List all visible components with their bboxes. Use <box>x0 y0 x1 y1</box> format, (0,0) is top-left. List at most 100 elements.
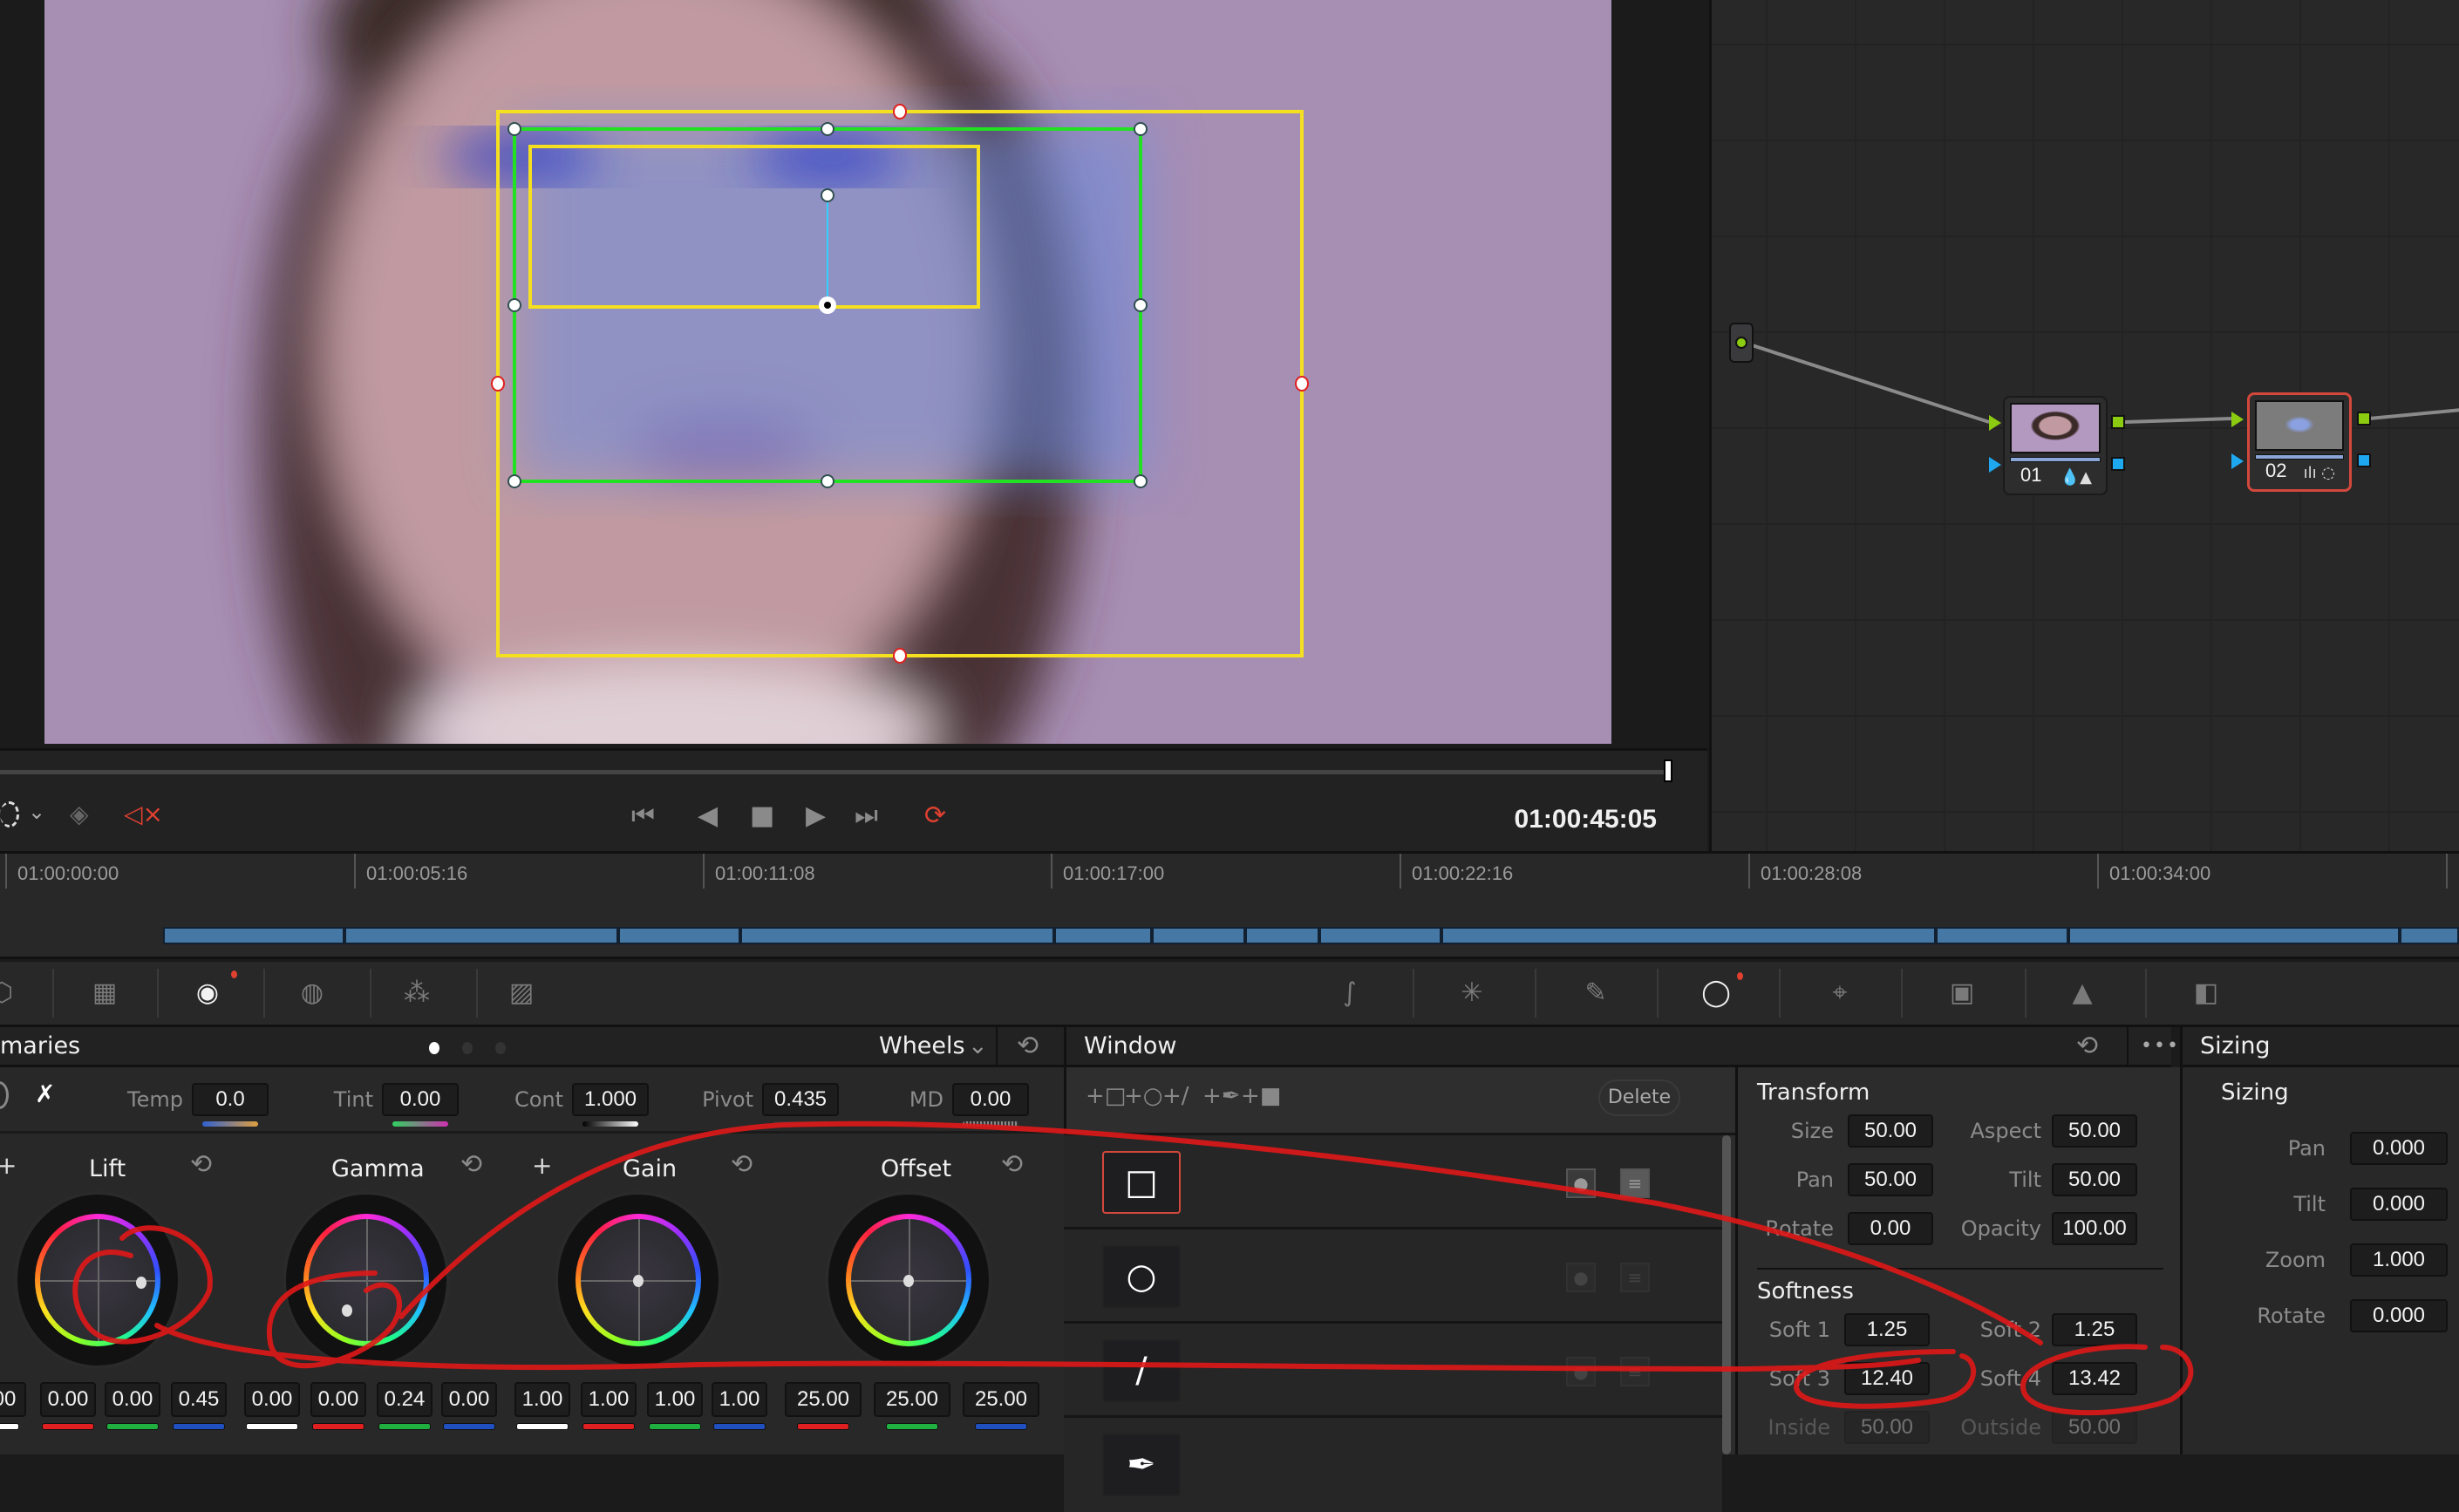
lift-reset-icon[interactable]: ⟲ <box>190 1149 212 1180</box>
lift-y-value[interactable]: 00 <box>0 1382 26 1417</box>
offset-puck[interactable] <box>903 1275 914 1287</box>
reset-icon[interactable]: ⟲ <box>2076 1027 2098 1066</box>
magic-mask-icon[interactable]: ▣ <box>1941 974 1983 1012</box>
first-frame-button[interactable]: ⏮ <box>631 803 655 829</box>
invert-icon[interactable]: ● <box>1566 1263 1596 1292</box>
prev-frame-button[interactable]: ◀ <box>698 803 718 829</box>
sizing-zoom-field[interactable]: 1.000 <box>2350 1243 2448 1277</box>
rectangle-window-icon[interactable]: □ <box>1102 1151 1181 1214</box>
mute-icon[interactable]: ◁× <box>124 800 163 828</box>
window-row-curve[interactable]: ✒ <box>1064 1418 1722 1512</box>
temp-field[interactable]: 0.0 <box>192 1083 269 1116</box>
reset-icon[interactable]: ⟲ <box>1017 1027 1039 1066</box>
sizing-tilt-field[interactable]: 0.000 <box>2350 1188 2448 1221</box>
offset-reset-icon[interactable]: ⟲ <box>1001 1149 1023 1180</box>
gamma-wheel[interactable] <box>286 1195 446 1366</box>
node-graph[interactable]: 01 💧▲ 02 ılı ◌ <box>1709 0 2459 851</box>
scrubber-playhead[interactable] <box>1664 759 1672 782</box>
timeline-clip[interactable] <box>163 927 344 944</box>
page-dot[interactable] <box>462 1042 473 1054</box>
primaries-icon[interactable]: ◉ <box>187 974 228 1012</box>
gain-r-value[interactable]: 1.00 <box>581 1382 637 1417</box>
gamma-g-value[interactable]: 0.24 <box>377 1382 433 1417</box>
add-circle-icon[interactable]: +○ <box>1124 1083 1162 1109</box>
viewer-image[interactable] <box>44 0 1611 744</box>
pan-field[interactable]: 50.00 <box>1848 1163 1933 1196</box>
gamma-y-value[interactable]: 0.00 <box>244 1382 300 1417</box>
timeline-clip[interactable] <box>2068 927 2400 944</box>
node-01[interactable]: 01 💧▲ <box>2003 396 2108 495</box>
color-match-icon[interactable]: ▦ <box>84 974 126 1012</box>
timeline-clip[interactable] <box>1152 927 1245 944</box>
lift-r-value[interactable]: 0.00 <box>40 1382 96 1417</box>
curves-icon[interactable]: ∫ <box>1329 974 1371 1012</box>
play-button[interactable]: ▶ <box>806 803 826 829</box>
gamma-r-value[interactable]: 0.00 <box>310 1382 366 1417</box>
lift-b-value[interactable]: 0.45 <box>171 1382 227 1417</box>
timeline-clip[interactable] <box>1245 927 1319 944</box>
window-row-circle[interactable]: ○ ● ≡ <box>1064 1229 1722 1324</box>
offset-b-value[interactable]: 25.00 <box>963 1382 1039 1417</box>
invert-icon[interactable]: ● <box>1566 1168 1596 1198</box>
timeline-clip[interactable] <box>1936 927 2068 944</box>
gain-wheel[interactable] <box>558 1195 719 1366</box>
add-gradient-icon[interactable]: +■ <box>1241 1083 1281 1109</box>
add-linear-icon[interactable]: +/ <box>1162 1083 1189 1109</box>
lift-picker-icon[interactable]: + <box>0 1151 17 1180</box>
sizing-pan-field[interactable]: 0.000 <box>2350 1132 2448 1165</box>
tilt-field[interactable]: 50.00 <box>2052 1163 2137 1196</box>
viewer-canvas[interactable] <box>44 0 1611 744</box>
timeline-clip[interactable] <box>1054 927 1152 944</box>
stop-button[interactable]: ■ <box>750 803 774 829</box>
timeline-clip[interactable] <box>618 927 740 944</box>
auto-balance-icon[interactable] <box>0 1081 9 1109</box>
gain-puck[interactable] <box>633 1275 644 1287</box>
cont-field[interactable]: 1.000 <box>572 1083 649 1116</box>
opacity-field[interactable]: 100.00 <box>2052 1212 2137 1245</box>
node-01-key-input[interactable] <box>1989 457 2001 473</box>
mask-icon[interactable]: ≡ <box>1620 1168 1650 1198</box>
offset-wheel[interactable] <box>828 1195 989 1366</box>
more-options-button[interactable]: ••• <box>2141 1027 2180 1066</box>
node-02-key-input[interactable] <box>2231 453 2244 469</box>
linear-window-icon[interactable]: / <box>1102 1339 1181 1402</box>
node-02-key-output[interactable] <box>2357 453 2371 467</box>
timeline-clip[interactable] <box>1441 927 1936 944</box>
circle-window-icon[interactable]: ○ <box>1102 1245 1181 1308</box>
camera-raw-icon[interactable]: ⬡ <box>0 974 23 1012</box>
gamma-puck[interactable] <box>342 1304 352 1317</box>
soft3-field[interactable]: 12.40 <box>1844 1362 1930 1395</box>
blur-icon[interactable]: ▲ <box>2061 974 2103 1012</box>
gain-g-value[interactable]: 1.00 <box>647 1382 703 1417</box>
color-warper-icon[interactable]: ✳ <box>1451 974 1493 1012</box>
sizing-rotate-field[interactable]: 0.000 <box>2350 1299 2448 1332</box>
timeline-clip[interactable] <box>740 927 1054 944</box>
add-curve-icon[interactable]: +✒ <box>1202 1083 1241 1109</box>
mini-timeline[interactable]: 01:00:00:00 01:00:05:16 01:00:11:08 01:0… <box>0 851 2459 959</box>
gain-b-value[interactable]: 1.00 <box>712 1382 767 1417</box>
qualifier-icon[interactable]: ✎ <box>1575 974 1617 1012</box>
timeline-clip[interactable] <box>1319 927 1441 944</box>
gamma-b-value[interactable]: 0.00 <box>441 1382 497 1417</box>
soft1-field[interactable]: 1.25 <box>1844 1313 1930 1346</box>
soft2-field[interactable]: 1.25 <box>2052 1313 2137 1346</box>
add-rectangle-icon[interactable]: +□ <box>1086 1083 1126 1109</box>
node-02-rgb-input[interactable] <box>2231 412 2244 427</box>
page-dot-active[interactable] <box>429 1042 439 1054</box>
tracker-icon[interactable]: ⌖ <box>1819 974 1861 1012</box>
lift-wheel[interactable] <box>17 1195 178 1366</box>
layers-icon[interactable]: ◈ <box>70 800 89 828</box>
window-list-scrollbar[interactable] <box>1722 1135 1731 1454</box>
size-field[interactable]: 50.00 <box>1848 1114 1933 1148</box>
mode-dropdown[interactable]: Wheels <box>879 1027 965 1066</box>
lift-g-value[interactable]: 0.00 <box>105 1382 160 1417</box>
offset-r-value[interactable]: 25.00 <box>785 1382 862 1417</box>
node-01-rgb-input[interactable] <box>1989 415 2001 431</box>
gamma-reset-icon[interactable]: ⟲ <box>460 1149 482 1180</box>
window-row-linear[interactable]: / ● ≡ <box>1064 1324 1722 1418</box>
node-01-rgb-output[interactable] <box>2111 415 2125 429</box>
timeline-clip[interactable] <box>2400 927 2459 944</box>
window-mode-icon[interactable] <box>0 801 19 828</box>
offset-g-value[interactable]: 25.00 <box>874 1382 950 1417</box>
window-row-rectangle[interactable]: □ ● ≡ <box>1064 1135 1722 1229</box>
